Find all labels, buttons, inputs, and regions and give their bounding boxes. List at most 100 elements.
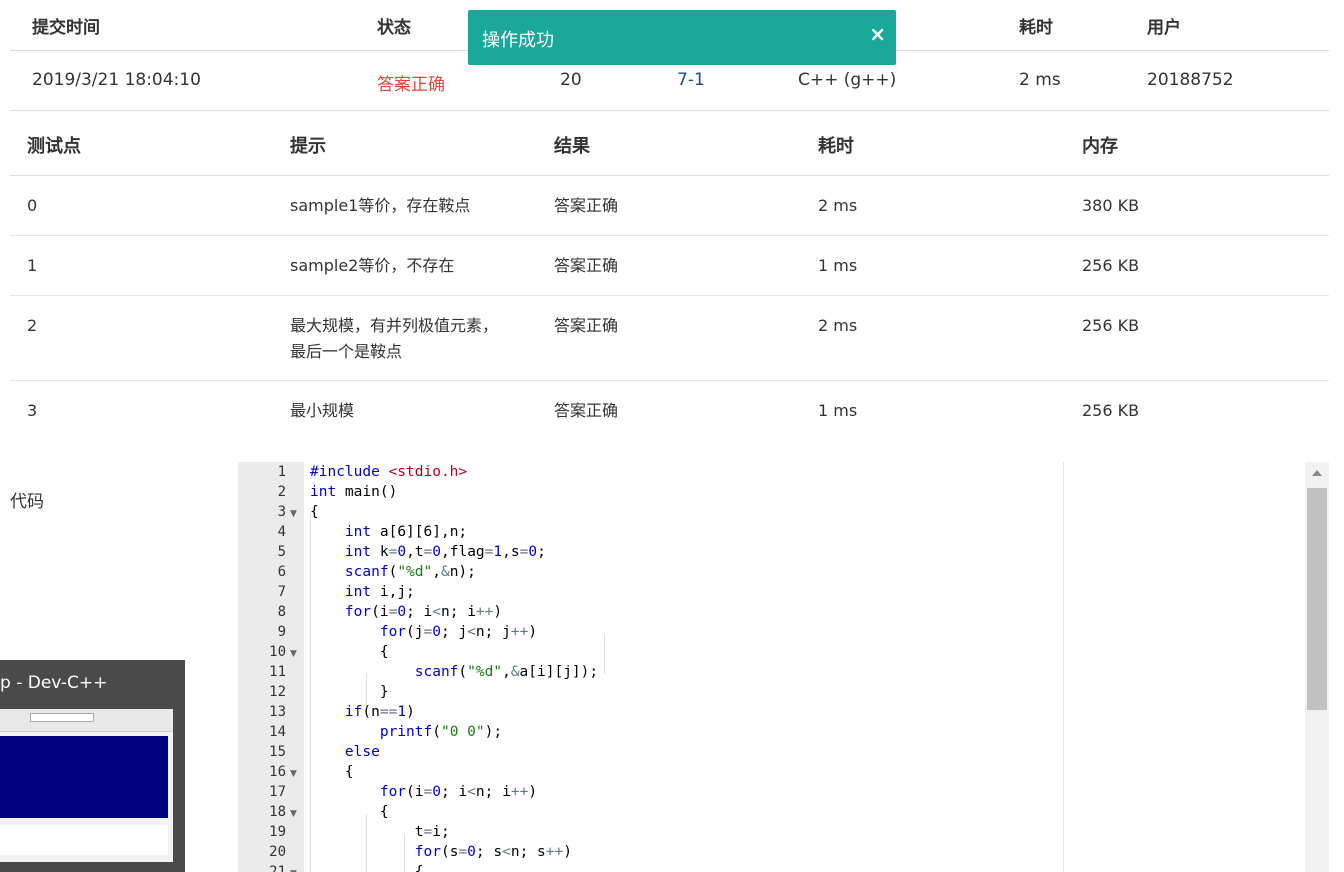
code-line: for(s=0; s<n; s++) <box>414 844 572 860</box>
test-result: 答案正确 <box>554 316 619 335</box>
test-memory: 380 KB <box>1082 196 1140 215</box>
header-time: 耗时 <box>818 136 854 157</box>
preview-thumbnail[interactable] <box>0 709 173 862</box>
line-number: 18 <box>269 804 286 820</box>
test-result: 答案正确 <box>554 256 619 275</box>
compiler: C++ (g++) <box>798 70 897 90</box>
header-test-case: 测试点 <box>27 136 81 157</box>
test-time: 1 ms <box>818 256 858 275</box>
line-number: 8 <box>277 604 286 620</box>
line-number: 16 <box>269 764 286 780</box>
code-line: { <box>310 804 389 820</box>
preview-title: p - Dev-C++ <box>0 673 108 693</box>
code-line: int i,j; <box>344 584 415 600</box>
fold-arrow-icon[interactable]: ▼ <box>290 509 297 519</box>
toast-message: 操作成功 <box>482 30 554 51</box>
code-line: for(j=0; j<n; j++) <box>379 624 538 640</box>
indent-guide <box>604 634 605 674</box>
problem-link[interactable]: 7-1 <box>677 70 705 90</box>
header-result: 结果 <box>554 136 590 157</box>
line-number: 9 <box>277 624 286 640</box>
fold-arrow-icon[interactable]: ▼ <box>290 649 297 659</box>
line-number: 4 <box>277 524 286 540</box>
line-number: 6 <box>277 564 286 580</box>
scrollbar-thumb[interactable] <box>1307 488 1327 710</box>
preview-toolbar-box <box>30 713 94 722</box>
test-hint-line2: 最后一个是鞍点 <box>290 342 403 361</box>
test-case-id: 1 <box>27 256 38 275</box>
header-user: 用户 <box>1147 18 1181 38</box>
test-time: 2 ms <box>818 316 858 335</box>
submit-time: 2019/3/21 18:04:10 <box>32 70 201 90</box>
code-line: t=i; <box>310 824 450 840</box>
editor-scrollbar[interactable] <box>1305 462 1329 872</box>
code-line: for(i=0; i<n; i++) <box>344 604 503 620</box>
preview-panel <box>0 825 168 855</box>
header-submit-time: 提交时间 <box>32 18 100 38</box>
code-line: int k=0,t=0,flag=1,s=0; <box>344 544 546 560</box>
scroll-up-icon[interactable] <box>1312 470 1322 476</box>
line-number: 12 <box>269 684 286 700</box>
header-hint: 提示 <box>290 136 326 157</box>
line-number: 17 <box>269 784 286 800</box>
code-line: if(n==1) <box>344 704 415 720</box>
line-number: 1 <box>277 464 286 480</box>
header-time-cost: 耗时 <box>1019 18 1053 38</box>
taskbar-preview[interactable]: p - Dev-C++ <box>0 660 185 872</box>
line-number: 14 <box>269 724 286 740</box>
line-number: 11 <box>269 664 286 680</box>
fold-arrow-icon[interactable]: ▼ <box>290 809 297 819</box>
code-line: int main() <box>310 484 398 500</box>
code-line: { <box>310 764 354 780</box>
test-hint: sample1等价，存在鞍点 <box>290 196 471 215</box>
line-number: 21 <box>269 864 286 872</box>
test-case-id: 3 <box>27 401 38 420</box>
line-number: 7 <box>277 584 286 600</box>
line-number: 19 <box>269 824 286 840</box>
fold-arrow-icon[interactable]: ▼ <box>290 769 297 779</box>
code-line: { <box>310 644 389 660</box>
preview-console <box>0 736 168 818</box>
code-line: int a[6][6],n; <box>344 524 468 540</box>
test-case-id: 0 <box>27 196 38 215</box>
code-line: scanf("%d",&n); <box>344 564 476 580</box>
preview-toolbar <box>0 709 173 732</box>
line-number: 10 <box>269 644 286 660</box>
test-hint: 最大规模，有并列极值元素， <box>290 316 499 335</box>
test-case-id: 2 <box>27 316 38 335</box>
line-number: 13 <box>269 704 286 720</box>
submission-user: 20188752 <box>1147 70 1234 90</box>
line-number: 5 <box>277 544 286 560</box>
test-result: 答案正确 <box>554 401 619 420</box>
submission-status[interactable]: 答案正确 <box>377 70 445 95</box>
code-line: { <box>310 864 424 872</box>
test-time: 1 ms <box>818 401 858 420</box>
success-toast: 操作成功 × <box>468 10 896 65</box>
code-line: for(i=0; i<n; i++) <box>379 784 538 800</box>
test-memory: 256 KB <box>1082 316 1140 335</box>
test-hint: 最小规模 <box>290 401 355 420</box>
code-line: } <box>310 684 389 700</box>
test-hint: sample2等价，不存在 <box>290 256 455 275</box>
line-number: 3 <box>277 504 286 520</box>
test-result: 答案正确 <box>554 196 619 215</box>
tests-header-row <box>10 110 1329 176</box>
submission-time-cost: 2 ms <box>1019 70 1061 90</box>
header-memory: 内存 <box>1082 136 1118 157</box>
code-label: 代码 <box>10 492 44 512</box>
line-number: 15 <box>269 744 286 760</box>
code-line: scanf("%d",&a[i][j]); <box>414 664 599 680</box>
test-memory: 256 KB <box>1082 256 1140 275</box>
close-icon[interactable]: × <box>869 22 886 46</box>
line-number: 20 <box>269 844 286 860</box>
code-line: printf("0 0"); <box>379 724 503 740</box>
code-line: #include <stdio.h> <box>310 464 468 480</box>
header-status: 状态 <box>377 18 411 38</box>
submission-score: 20 <box>560 70 582 90</box>
code-editor[interactable]: 1 2 3 4 5 6 7 8 9 10 11 12 13 14 15 16 17 18 19 20 21 ▼ ▼ ▼ … <box>238 462 1064 872</box>
test-memory: 256 KB <box>1082 401 1140 420</box>
code-line: { <box>310 504 319 520</box>
code-line: else <box>344 744 380 760</box>
test-time: 2 ms <box>818 196 858 215</box>
line-number: 2 <box>277 484 286 500</box>
